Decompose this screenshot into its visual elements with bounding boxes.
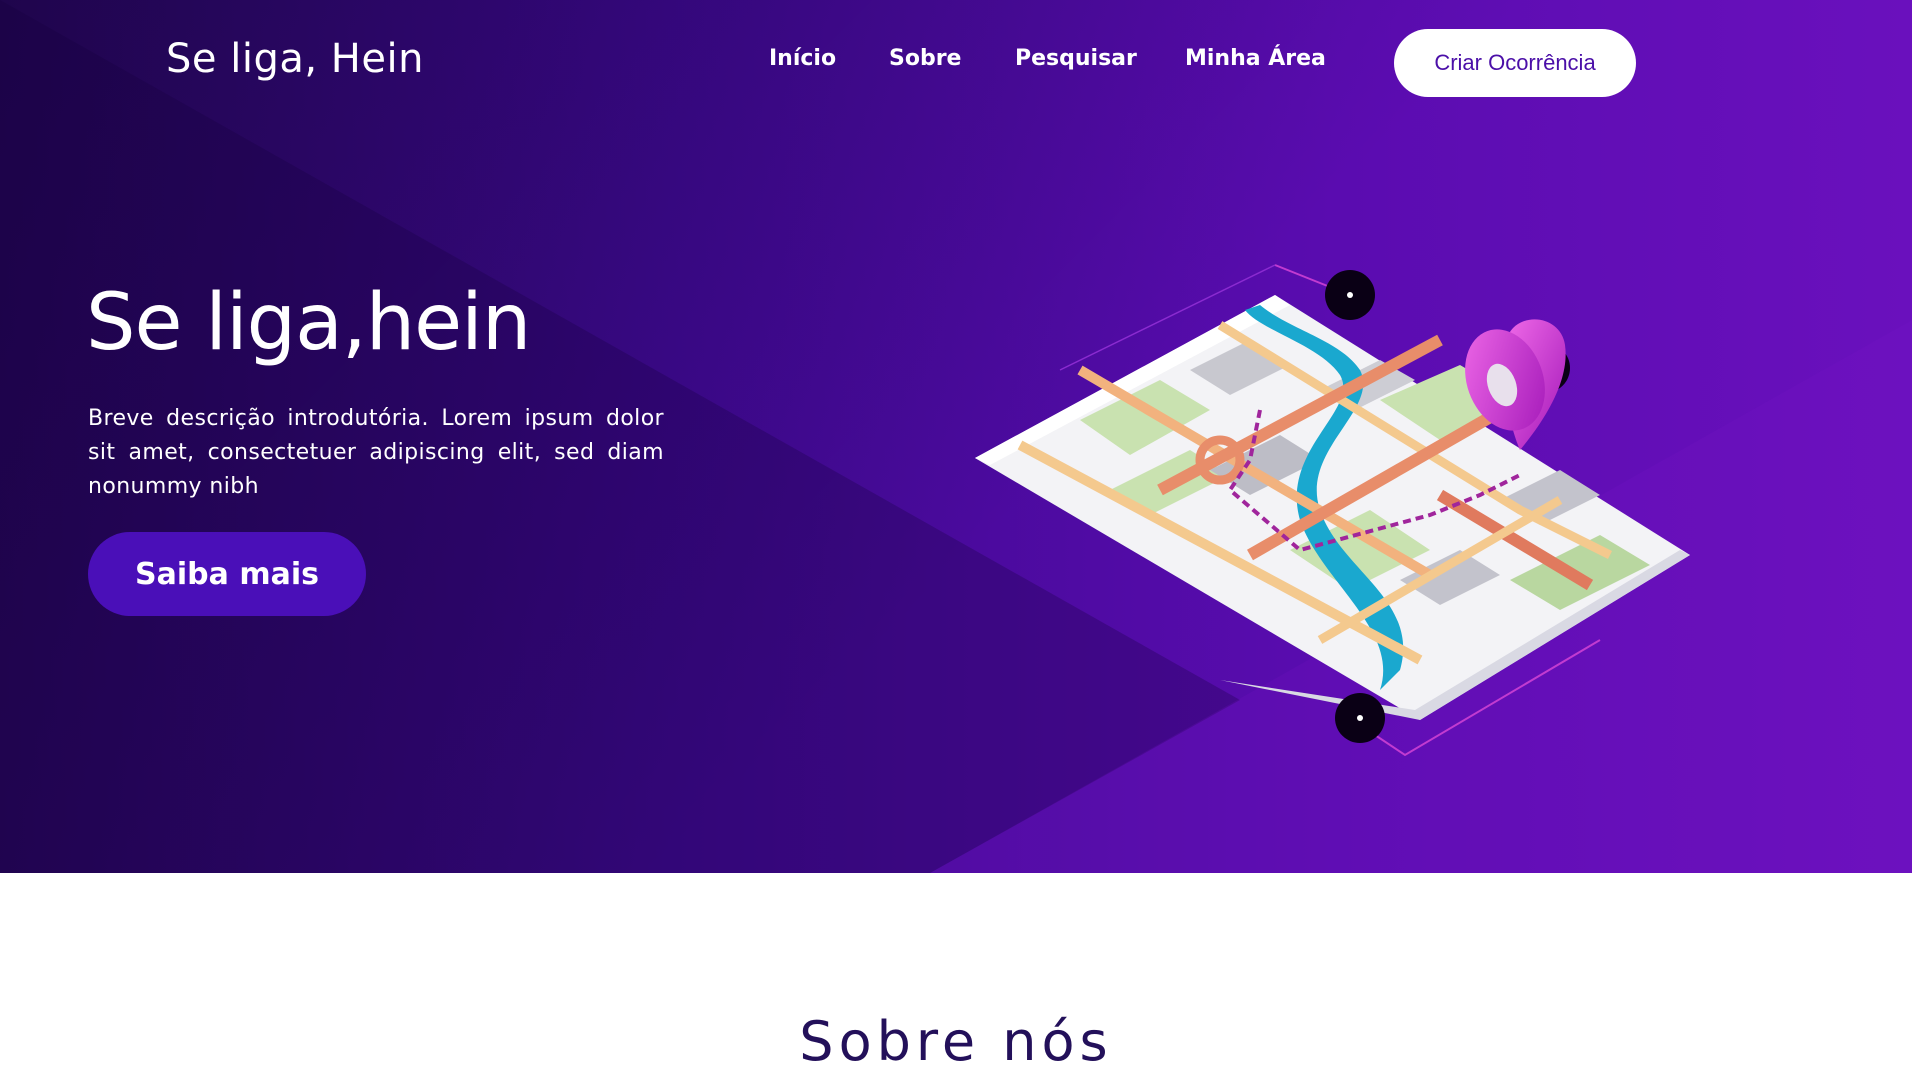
map-illustration <box>975 264 1690 757</box>
nav-inicio[interactable]: Início <box>769 46 836 71</box>
nav-pesquisar[interactable]: Pesquisar <box>1015 46 1137 71</box>
hero-description: Breve descrição introdutória. Lorem ipsu… <box>88 406 664 499</box>
nav-minha-area[interactable]: Minha Área <box>1185 46 1326 71</box>
hero-title: Se liga,hein <box>86 278 531 368</box>
saiba-mais-button[interactable]: Saiba mais <box>88 532 366 616</box>
about-title: Sobre nós <box>799 1010 1113 1073</box>
criar-ocorrencia-button[interactable]: Criar Ocorrência <box>1394 29 1636 97</box>
nav-sobre[interactable]: Sobre <box>889 46 961 71</box>
site-logo[interactable]: Se liga, Hein <box>166 36 424 82</box>
hero-section: Se liga, Hein Início Sobre Pesquisar Min… <box>0 0 1912 873</box>
